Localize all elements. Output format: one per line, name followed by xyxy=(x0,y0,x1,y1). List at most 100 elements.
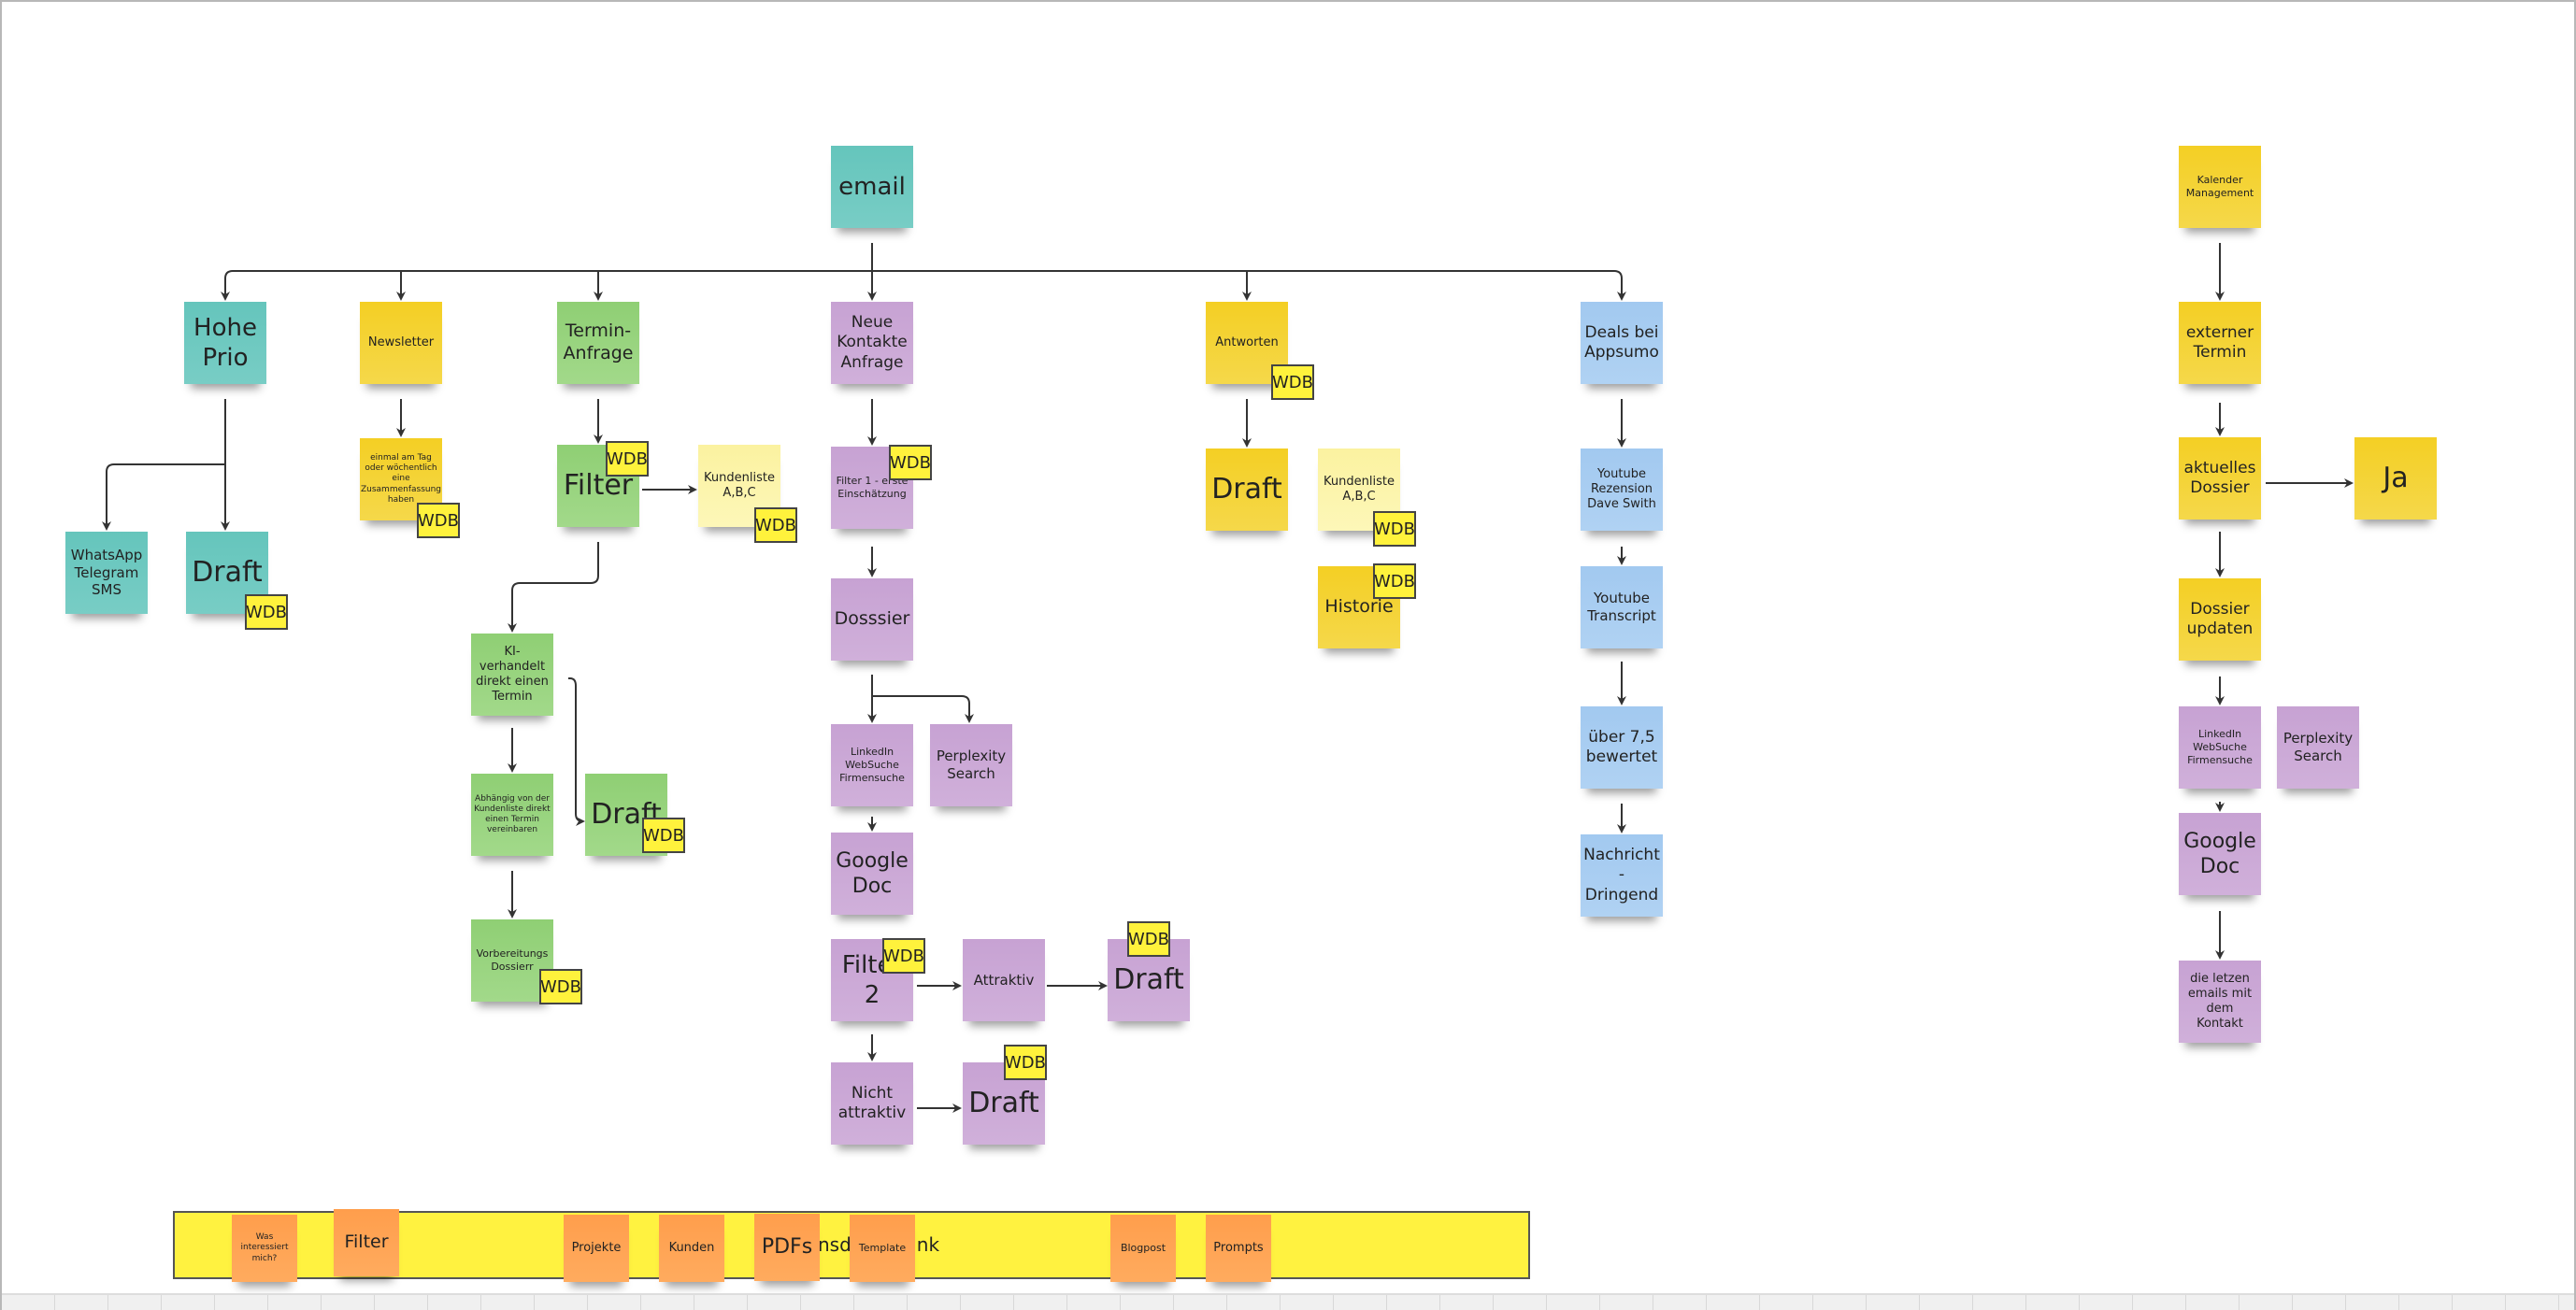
sticky-text: Neue Kontakte Anfrage xyxy=(837,313,908,372)
sticky-linkedin[interactable]: LinkedIn WebSuche Firmensuche xyxy=(831,724,913,806)
sticky-text: Draft xyxy=(1211,473,1282,506)
connector-to-hohe-prio xyxy=(221,270,872,301)
sticky-text: Ja xyxy=(2383,462,2409,495)
connector-ki-draft xyxy=(568,677,585,826)
sticky-ja[interactable]: Ja xyxy=(2354,437,2437,520)
sticky-text: Attraktiv xyxy=(973,971,1035,989)
sticky-text: Draft xyxy=(968,1087,1039,1120)
sticky-text: LinkedIn WebSuche Firmensuche xyxy=(2187,728,2253,766)
bottom-scroll-strip[interactable] xyxy=(2,1293,2574,1310)
sticky-channels[interactable]: WhatsApp Telegram SMS xyxy=(65,532,148,614)
sticky-bewertet[interactable]: über 7,5 bewertet xyxy=(1581,706,1663,789)
sticky-pdfs[interactable]: PDFs xyxy=(754,1214,820,1281)
sticky-termin-anfrage[interactable]: Termin-Anfrage xyxy=(557,302,639,384)
sticky-text: Youtube Transcript xyxy=(1587,590,1656,624)
sticky-text: Kunden xyxy=(668,1240,715,1255)
sticky-was-interessiert[interactable]: Was interessiert mich? xyxy=(232,1215,297,1282)
sticky-text: aktuelles Dossier xyxy=(2183,458,2256,497)
sticky-text: Termin-Anfrage xyxy=(563,320,634,363)
wdb-badge[interactable]: WDB xyxy=(1373,563,1416,599)
wdb-badge[interactable]: WDB xyxy=(642,818,685,853)
sticky-text: Kundenliste A,B,C xyxy=(704,470,775,500)
sticky-text: Draft xyxy=(192,556,263,590)
sticky-text: Antworten xyxy=(1215,335,1279,349)
sticky-text: Abhängig von der Kundenliste direkt eine… xyxy=(474,793,551,835)
sticky-externer-termin[interactable]: externer Termin xyxy=(2179,302,2261,384)
sticky-text: Dossier updaten xyxy=(2186,599,2254,638)
sticky-text: Template xyxy=(858,1242,907,1255)
sticky-prompts[interactable]: Prompts xyxy=(1206,1215,1271,1282)
sticky-youtube-transcript[interactable]: Youtube Transcript xyxy=(1581,566,1663,648)
sticky-text: Was interessiert mich? xyxy=(240,1232,289,1263)
sticky-letzte-emails[interactable]: die letzen emails mit dem Kontakt xyxy=(2179,961,2261,1043)
sticky-kunden[interactable]: Kunden xyxy=(659,1215,724,1282)
sticky-text: Perplexity Search xyxy=(2283,730,2354,764)
sticky-text: Nicht attraktiv xyxy=(837,1083,907,1122)
sticky-attraktiv[interactable]: Attraktiv xyxy=(963,939,1045,1021)
sticky-text: über 7,5 bewertet xyxy=(1585,727,1658,766)
sticky-hohe-prio[interactable]: Hohe Prio xyxy=(184,302,266,384)
sticky-google-doc[interactable]: Google Doc xyxy=(2179,813,2261,895)
sticky-blogpost[interactable]: Blogpost xyxy=(1110,1215,1176,1282)
sticky-projekte[interactable]: Projekte xyxy=(564,1215,629,1282)
wdb-badge[interactable]: WDB xyxy=(882,938,925,974)
sticky-aktuelles-dossier[interactable]: aktuelles Dossier xyxy=(2179,437,2261,520)
sticky-text: Hohe Prio xyxy=(193,313,257,373)
sticky-dossier[interactable]: Dosssier xyxy=(831,578,913,661)
sticky-nachricht[interactable]: Nachricht - Dringend xyxy=(1581,834,1663,917)
sticky-text: Projekte xyxy=(571,1240,622,1255)
sticky-text: Google Doc xyxy=(2183,829,2256,879)
sticky-deals-appsumo[interactable]: Deals bei Appsumo xyxy=(1581,302,1663,384)
sticky-text: Deals bei Appsumo xyxy=(1584,322,1659,362)
sticky-email[interactable]: email xyxy=(831,146,913,228)
sticky-filter[interactable]: Filter xyxy=(334,1209,399,1276)
connector-hohe-prio-whatsapp xyxy=(102,463,225,531)
sticky-text: WhatsApp Telegram SMS xyxy=(70,546,143,599)
sticky-text: KI-verhandelt direkt einen Termin xyxy=(476,644,549,705)
sticky-text: LinkedIn WebSuche Firmensuche xyxy=(839,746,905,784)
sticky-text: Kalender Management xyxy=(2185,174,2254,199)
connector-dossier-perplexity xyxy=(872,695,974,723)
sticky-text: Draft xyxy=(1113,963,1184,997)
wdb-badge[interactable]: WDB xyxy=(539,969,582,1004)
sticky-youtube-rezension[interactable]: Youtube Rezension Dave Swith xyxy=(1581,449,1663,531)
sticky-text: Perplexity Search xyxy=(936,748,1007,782)
sticky-text: Dosssier xyxy=(834,608,910,630)
sticky-perplexity[interactable]: Perplexity Search xyxy=(2277,706,2359,789)
wdb-badge[interactable]: WDB xyxy=(1004,1045,1047,1080)
sticky-text: Prompts xyxy=(1213,1240,1264,1255)
sticky-linkedin[interactable]: LinkedIn WebSuche Firmensuche xyxy=(2179,706,2261,789)
wdb-badge[interactable]: WDB xyxy=(1271,364,1314,400)
sticky-text: Nachricht - Dringend xyxy=(1583,846,1660,904)
sticky-perplexity[interactable]: Perplexity Search xyxy=(930,724,1012,806)
wdb-badge[interactable]: WDB xyxy=(889,445,932,480)
sticky-text: Google Doc xyxy=(836,848,909,899)
sticky-dossier-updaten[interactable]: Dossier updaten xyxy=(2179,578,2261,661)
wdb-badge[interactable]: WDB xyxy=(417,503,460,538)
sticky-text: Blogpost xyxy=(1120,1242,1166,1255)
sticky-text: Kundenliste A,B,C xyxy=(1324,474,1395,504)
wdb-badge[interactable]: WDB xyxy=(1373,511,1416,547)
sticky-template[interactable]: Template xyxy=(850,1215,915,1282)
sticky-text: Newsletter xyxy=(367,335,435,349)
sticky-nicht-attraktiv[interactable]: Nicht attraktiv xyxy=(831,1062,913,1145)
sticky-text: email xyxy=(838,172,906,201)
sticky-text: die letzen emails mit dem Kontakt xyxy=(2187,971,2253,1032)
sticky-neue-kontakte[interactable]: Neue Kontakte Anfrage xyxy=(831,302,913,384)
sticky-text: Filter xyxy=(344,1232,389,1253)
sticky-abhaengig[interactable]: Abhängig von der Kundenliste direkt eine… xyxy=(471,774,553,856)
sticky-kalender-management[interactable]: Kalender Management xyxy=(2179,146,2261,228)
sticky-draft[interactable]: Draft xyxy=(1206,449,1288,531)
sticky-text: externer Termin xyxy=(2185,322,2254,362)
sticky-text: Historie xyxy=(1324,596,1394,618)
sticky-text: Youtube Rezension Dave Swith xyxy=(1587,466,1656,512)
sticky-text: PDFs xyxy=(761,1235,813,1260)
sticky-newsletter[interactable]: Newsletter xyxy=(360,302,442,384)
wdb-badge[interactable]: WDB xyxy=(754,507,797,543)
connector-filter-ki xyxy=(508,542,599,633)
wdb-badge[interactable]: WDB xyxy=(245,594,288,630)
wdb-badge[interactable]: WDB xyxy=(606,441,649,477)
sticky-google-doc[interactable]: Google Doc xyxy=(831,833,913,915)
wdb-badge[interactable]: WDB xyxy=(1127,921,1170,957)
sticky-ki-verhandelt[interactable]: KI-verhandelt direkt einen Termin xyxy=(471,634,553,716)
